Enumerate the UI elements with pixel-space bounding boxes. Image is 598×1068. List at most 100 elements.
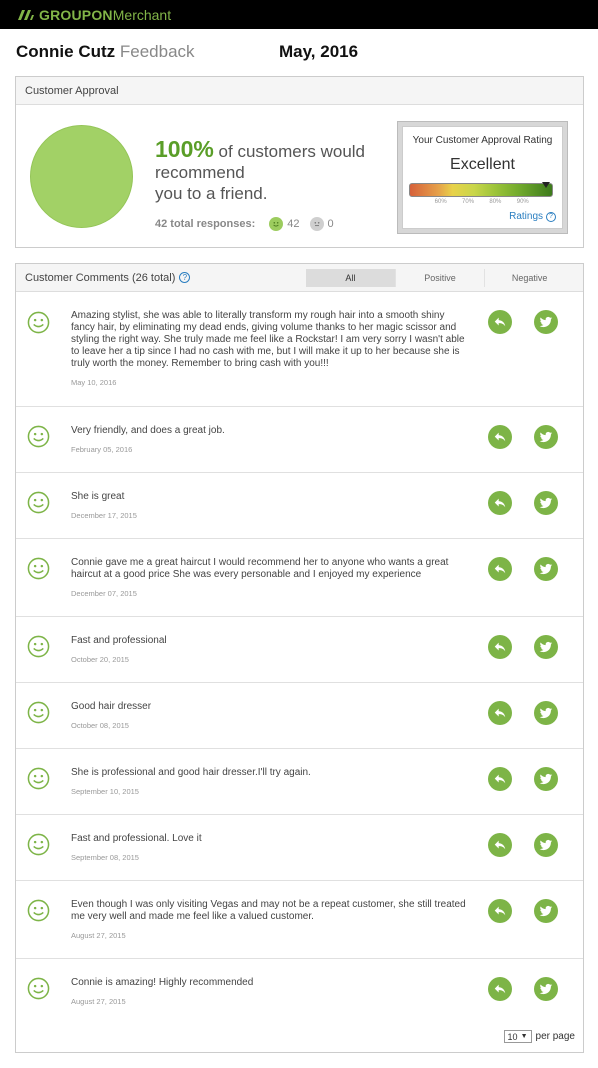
reply-button[interactable] (488, 557, 512, 581)
smiley-face-icon (27, 425, 50, 448)
rating-tick: 70% (462, 199, 475, 205)
responses-label: 42 total responses: (155, 218, 256, 230)
approval-line-2: recommend (155, 163, 245, 182)
tweet-button[interactable] (534, 767, 558, 791)
positive-count: 42 (287, 218, 300, 230)
reply-button[interactable] (488, 310, 512, 334)
comment-row: Fast and professional October 20, 2015 (16, 617, 583, 683)
page-header: Connie Cutz Feedback May, 2016 (16, 42, 582, 64)
reply-arrow-icon (493, 982, 507, 996)
reply-arrow-icon (493, 904, 507, 918)
reply-arrow-icon (493, 838, 507, 852)
comment-date: October 20, 2015 (71, 655, 129, 664)
groupon-logo-icon (18, 9, 34, 20)
smiley-face-icon (27, 977, 50, 1000)
customer-comments-header: Customer Comments (26 total) ? All Posit… (16, 264, 583, 292)
twitter-bird-icon (539, 430, 553, 444)
tab-negative[interactable]: Negative (485, 269, 575, 287)
reply-button[interactable] (488, 833, 512, 857)
comment-date: August 27, 2015 (71, 931, 126, 940)
comment-date: October 08, 2015 (71, 721, 129, 730)
ratings-help-link[interactable]: Ratings ? (509, 211, 556, 222)
tweet-button[interactable] (534, 899, 558, 923)
smiley-face-icon (27, 557, 50, 580)
rating-gradient-bar (409, 182, 553, 197)
smiley-face-icon (27, 491, 50, 514)
comment-date: September 10, 2015 (71, 787, 139, 796)
tweet-button[interactable] (534, 310, 558, 334)
tweet-button[interactable] (534, 491, 558, 515)
tab-positive[interactable]: Positive (395, 269, 486, 287)
responses-summary: 42 total responses: 42 0 (155, 217, 340, 231)
report-date: May, 2016 (279, 42, 359, 61)
smiley-face-icon (27, 311, 50, 334)
reply-arrow-icon (493, 640, 507, 654)
logo-sub-text: Merchant (112, 6, 172, 23)
comment-text: Connie gave me a great haircut I would r… (71, 557, 449, 580)
pagination: 10 ▼ per page (503, 1030, 575, 1043)
approval-summary: 100% of customers would recommend you to… (155, 138, 385, 204)
comment-row: Very friendly, and does a great job. Febr… (16, 407, 583, 473)
reply-button[interactable] (488, 767, 512, 791)
chevron-down-icon: ▼ (520, 1033, 528, 1040)
customer-approval-panel: Customer Approval 100% of customers woul… (15, 76, 584, 248)
per-page-value: 10 (507, 1031, 518, 1042)
page-subtitle: Feedback (119, 42, 195, 61)
rating-tick: 60% (434, 199, 447, 205)
tweet-button[interactable] (534, 833, 558, 857)
comments-title: Customer Comments (26 total) (25, 271, 176, 284)
comment-text: Good hair dresser (71, 701, 152, 712)
comment-text: Amazing stylist, she was able to literal… (71, 310, 465, 369)
groupon-merchant-logo[interactable]: GROUPON Merchant (17, 7, 171, 23)
tweet-button[interactable] (534, 701, 558, 725)
comment-text: She is professional and good hair dresse… (71, 767, 311, 778)
help-icon[interactable]: ? (179, 272, 191, 283)
comment-text: Fast and professional. Love it (71, 833, 202, 844)
neutral-count: 0 (327, 218, 334, 230)
comment-filter-tabs: All Positive Negative (306, 269, 575, 287)
smiley-face-icon (27, 701, 50, 724)
customer-approval-header: Customer Approval (16, 77, 583, 105)
smiley-face-icon (27, 767, 50, 790)
question-icon: ? (546, 211, 556, 222)
page-title: Connie Cutz Feedback (16, 42, 195, 62)
approval-line-3: you to a friend. (155, 184, 268, 203)
twitter-bird-icon (539, 496, 553, 510)
reply-button[interactable] (488, 977, 512, 1001)
reply-button[interactable] (488, 491, 512, 515)
comment-row: Amazing stylist, she was able to literal… (16, 293, 583, 407)
tweet-button[interactable] (534, 977, 558, 1001)
rating-value: Excellent (450, 156, 515, 173)
reply-button[interactable] (488, 635, 512, 659)
twitter-bird-icon (539, 904, 553, 918)
twitter-bird-icon (539, 640, 553, 654)
twitter-bird-icon (539, 838, 553, 852)
comment-row: Connie gave me a great haircut I would r… (16, 539, 583, 617)
approval-line-1: of customers would (213, 142, 366, 161)
smiley-face-icon (27, 833, 50, 856)
reply-arrow-icon (493, 496, 507, 510)
comment-row: Good hair dresser October 08, 2015 (16, 683, 583, 749)
twitter-bird-icon (539, 706, 553, 720)
tweet-button[interactable] (534, 557, 558, 581)
comment-date: August 27, 2015 (71, 997, 126, 1006)
comment-text: She is great (71, 491, 125, 502)
smiley-face-icon (27, 899, 50, 922)
reply-button[interactable] (488, 425, 512, 449)
smiley-face-icon (27, 635, 50, 658)
reply-arrow-icon (493, 315, 507, 329)
tweet-button[interactable] (534, 425, 558, 449)
rating-tick: 80% (489, 199, 502, 205)
approval-rating-card: Your Customer Approval Rating Excellent … (397, 121, 568, 234)
rating-tick: 90% (516, 199, 529, 205)
reply-button[interactable] (488, 701, 512, 725)
per-page-select[interactable]: 10 ▼ (503, 1030, 532, 1043)
per-page-label: per page (535, 1031, 575, 1042)
rating-marker-icon (542, 182, 550, 188)
neutral-face-icon (309, 217, 324, 231)
tab-all[interactable]: All (306, 269, 396, 287)
reply-button[interactable] (488, 899, 512, 923)
comment-text: Even though I was only visiting Vegas an… (71, 899, 466, 922)
tweet-button[interactable] (534, 635, 558, 659)
comment-row: Fast and professional. Love it September … (16, 815, 583, 881)
